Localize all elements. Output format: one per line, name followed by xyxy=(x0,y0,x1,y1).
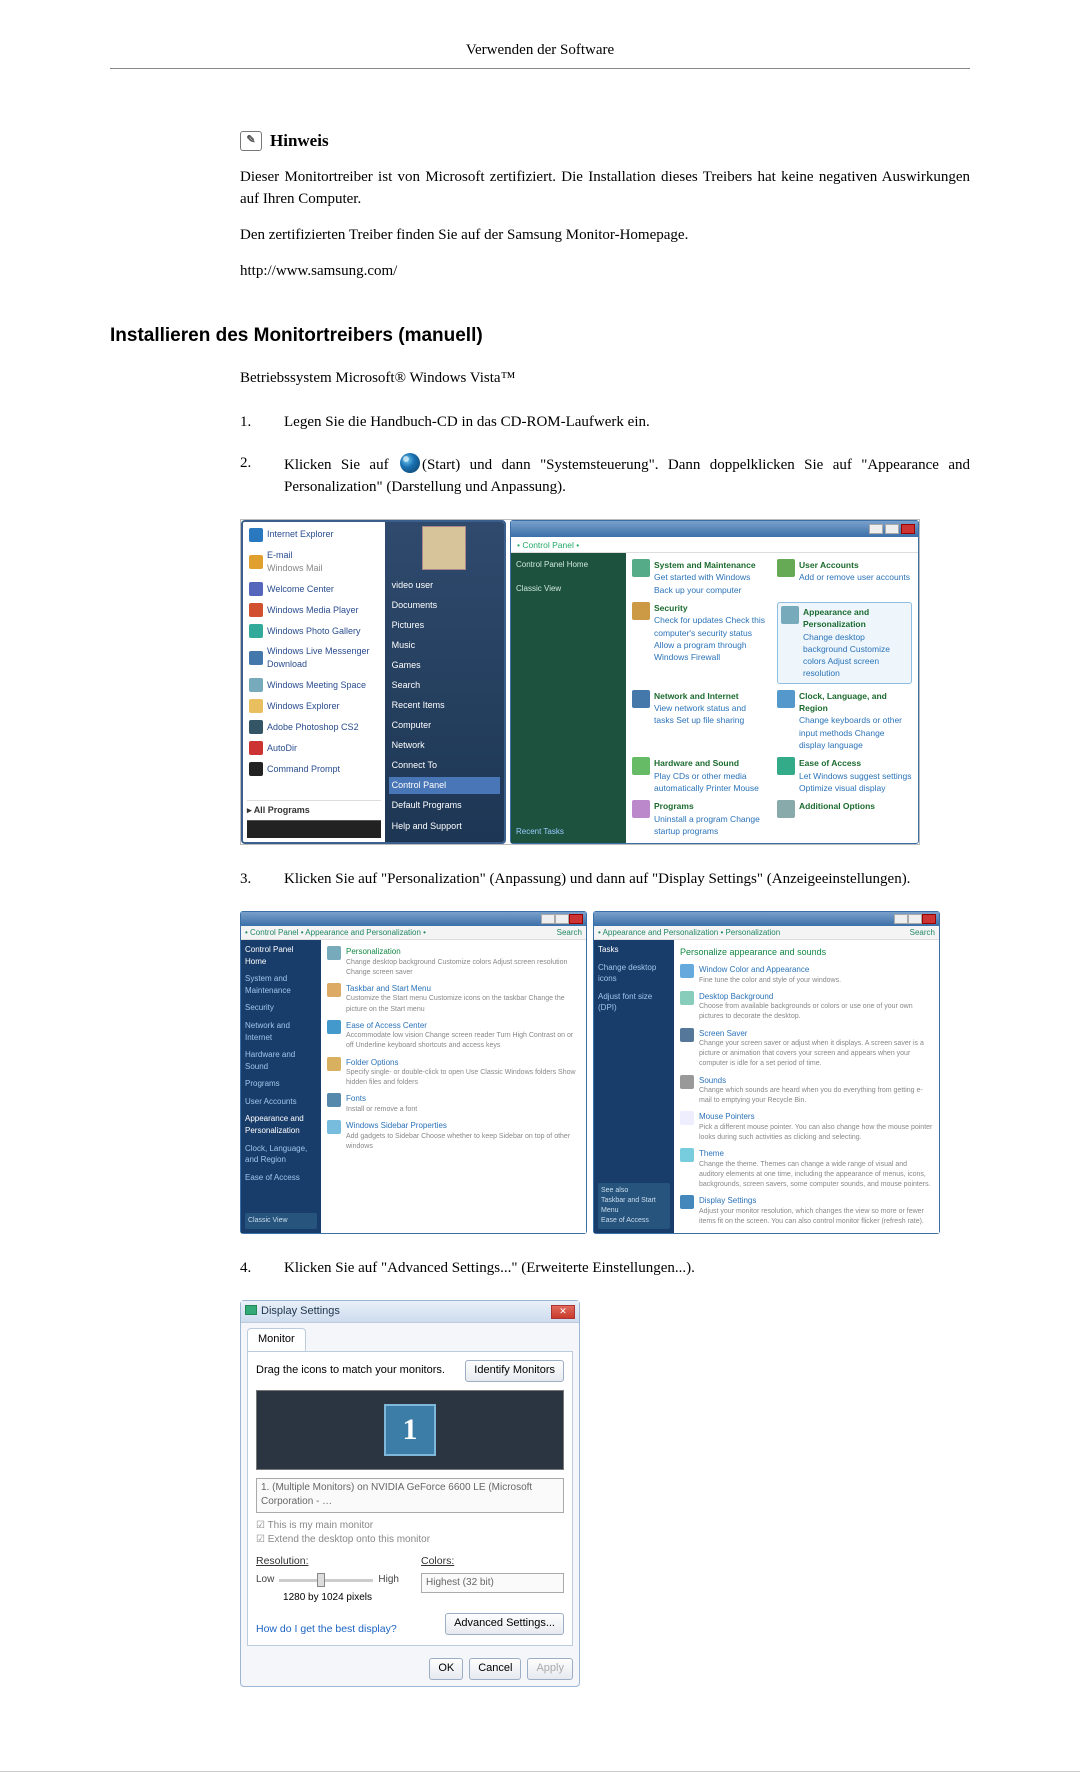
step-2-text: Klicken Sie auf (Start) und dann "System… xyxy=(284,453,970,499)
figure-startmenu-controlpanel: Internet Explorer E-mailWindows Mail Wel… xyxy=(240,519,970,845)
step-3-text: Klicken Sie auf "Personalization" (Anpas… xyxy=(284,869,970,891)
resolution-label: Resolution: xyxy=(256,1555,309,1567)
link-personalization[interactable]: PersonalizationChange desktop background… xyxy=(327,946,580,978)
step-4-text: Klicken Sie auf "Advanced Settings..." (… xyxy=(284,1258,970,1280)
note-p1: Dieser Monitortreiber ist von Microsoft … xyxy=(240,167,970,211)
close-icon[interactable] xyxy=(901,524,915,534)
step-1-text: Legen Sie die Handbuch-CD in das CD-ROM-… xyxy=(284,412,970,434)
resolution-value: 1280 by 1024 pixels xyxy=(256,1591,399,1606)
cp-appearance-personalization[interactable]: Appearance and PersonalizationChange des… xyxy=(777,602,912,684)
link-best-display[interactable]: How do I get the best display? xyxy=(256,1622,397,1637)
os-line: Betriebssystem Microsoft® Windows Vista™ xyxy=(240,368,970,390)
ok-button[interactable]: OK xyxy=(429,1658,463,1680)
page-header: Verwenden der Software xyxy=(110,40,970,69)
link-display-settings[interactable]: Display SettingsAdjust your monitor reso… xyxy=(680,1195,933,1227)
start-menu: Internet Explorer E-mailWindows Mail Wel… xyxy=(241,520,506,844)
pane-appearance: • Control Panel • Appearance and Persona… xyxy=(240,911,587,1234)
step-4-num: 4. xyxy=(240,1258,260,1280)
colors-label: Colors: xyxy=(421,1555,454,1567)
monitor-select[interactable]: 1. (Multiple Monitors) on NVIDIA GeForce… xyxy=(256,1478,564,1513)
control-panel-window: • Control Panel • Control Panel Home Cla… xyxy=(510,520,919,844)
advanced-settings-button[interactable]: Advanced Settings... xyxy=(445,1613,564,1635)
pane-personalization: • Appearance and Personalization • Perso… xyxy=(593,911,940,1234)
chk-main-monitor: ☑ This is my main monitor xyxy=(256,1519,564,1534)
resolution-slider[interactable]: Low High xyxy=(256,1573,399,1588)
close-icon[interactable]: ✕ xyxy=(551,1305,575,1319)
windows-start-orb-icon xyxy=(400,453,420,473)
monitor-icon xyxy=(245,1305,257,1315)
monitor-1-icon[interactable]: 1 xyxy=(384,1404,436,1456)
section-heading: Installieren des Monitortreibers (manuel… xyxy=(110,322,970,350)
apply-button[interactable]: Apply xyxy=(527,1658,573,1680)
figure-display-settings-dialog: Display Settings ✕ Monitor Drag the icon… xyxy=(240,1300,970,1687)
drag-instruction: Drag the icons to match your monitors. xyxy=(256,1363,445,1379)
monitor-layout-box[interactable]: 1 xyxy=(256,1390,564,1470)
note-icon: ✎ xyxy=(240,131,262,151)
note-label: Hinweis xyxy=(270,129,329,154)
tab-monitor[interactable]: Monitor xyxy=(247,1328,306,1351)
step-3-num: 3. xyxy=(240,869,260,891)
note-url: http://www.samsung.com/ xyxy=(240,261,970,283)
identify-monitors-button[interactable]: Identify Monitors xyxy=(465,1360,564,1382)
step-1-num: 1. xyxy=(240,412,260,434)
step-2-num: 2. xyxy=(240,453,260,499)
note-p2: Den zertifizierten Treiber finden Sie au… xyxy=(240,225,970,247)
cancel-button[interactable]: Cancel xyxy=(469,1658,521,1680)
chk-extend-desktop: ☑ Extend the desktop onto this monitor xyxy=(256,1533,564,1548)
colors-select[interactable]: Highest (32 bit) xyxy=(421,1573,564,1594)
figure-personalization: • Control Panel • Appearance and Persona… xyxy=(240,911,970,1234)
user-avatar-icon xyxy=(422,526,466,570)
note-block: ✎ Hinweis Dieser Monitortreiber ist von … xyxy=(240,129,970,283)
start-control-panel[interactable]: Control Panel xyxy=(389,777,500,794)
